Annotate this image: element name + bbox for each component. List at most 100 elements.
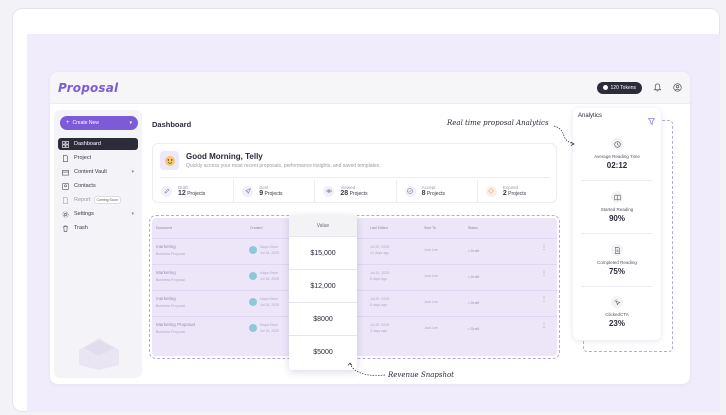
stat-expired[interactable]: Expired 2 Projects bbox=[478, 180, 558, 202]
row-created-date: Jul 16, 2025 bbox=[260, 251, 280, 255]
row-owner: Maya Shah bbox=[260, 271, 278, 275]
metric-value: 23% bbox=[608, 319, 625, 328]
sidebar-item-label: Content Vault bbox=[74, 169, 107, 175]
filter-icon[interactable] bbox=[647, 112, 656, 130]
metric-value: 75% bbox=[608, 267, 625, 276]
logo: Proposal bbox=[58, 80, 119, 95]
sidebar-item-label: Settings bbox=[74, 211, 94, 217]
row-sent-to: Jack Lee bbox=[424, 274, 439, 278]
annotation-arrow-icon bbox=[553, 125, 575, 146]
row-sent-to: Jack Lee bbox=[424, 326, 439, 330]
row-edited-date: Jul 20, 2025 bbox=[370, 245, 390, 249]
sidebar-item-report[interactable]: Report Coming Soon bbox=[58, 194, 138, 206]
owner-avatar bbox=[249, 246, 257, 254]
stat-count: 8 bbox=[421, 190, 426, 197]
row-edited-ago: 12 days ago bbox=[370, 251, 390, 255]
owner-avatar bbox=[249, 272, 257, 280]
metric-label: Completed Reading bbox=[597, 260, 637, 265]
stats-row: Draft 12 Projects Sent 9 Projects Viewed 28… bbox=[153, 180, 558, 202]
row-edited-ago: 5 days ago bbox=[370, 303, 388, 307]
value-column-header: Value bbox=[289, 215, 357, 237]
row-edited-date: Jul 20, 2025 bbox=[370, 297, 390, 301]
more-options-icon[interactable]: ⋮ bbox=[541, 322, 547, 329]
greeting-subtitle: Quickly access your most recent proposal… bbox=[186, 163, 381, 169]
row-edited-date: Jul 20, 2025 bbox=[370, 323, 390, 327]
sidebar-item-label: Project bbox=[74, 155, 92, 161]
metric-started-reading: Started Reading 90% bbox=[573, 191, 661, 223]
sidebar-item-trash[interactable]: Trash bbox=[58, 222, 138, 234]
token-icon bbox=[602, 85, 608, 90]
column-header-last-edited: Last Edited bbox=[370, 226, 388, 230]
tokens-label: 120 Tokens bbox=[610, 84, 636, 91]
column-header-sent-to: Sent To bbox=[424, 226, 436, 230]
row-document-type: Business Proposal bbox=[156, 304, 185, 308]
more-options-icon[interactable]: ⋮ bbox=[541, 296, 547, 303]
row-document-type: Business Proposal bbox=[156, 278, 185, 282]
page-title: Dashboard bbox=[152, 120, 192, 129]
stat-count: 2 bbox=[502, 190, 507, 197]
create-new-button[interactable]: + Create New ▾ bbox=[60, 116, 138, 130]
row-sent-to: Jack Lee bbox=[424, 300, 439, 304]
stat-draft[interactable]: Draft 12 Projects bbox=[153, 180, 235, 202]
more-options-icon[interactable]: ⋮ bbox=[541, 244, 547, 251]
bell-icon[interactable] bbox=[652, 83, 662, 93]
sidebar-item-contacts[interactable]: Contacts bbox=[58, 180, 138, 192]
sidebar-item-dashboard[interactable]: Dashboard bbox=[58, 138, 138, 150]
row-document-name: marketing bbox=[156, 244, 176, 249]
value-cell: $8000 bbox=[289, 303, 357, 336]
chevron-down-icon: ▾ bbox=[129, 120, 132, 126]
analytics-panel: Analytics Average Reading Time 02:12 Sta… bbox=[573, 108, 661, 340]
annotation-revenue: Revenue Snapshot bbox=[388, 371, 454, 379]
metric-completed-reading: Completed Reading 75% bbox=[573, 244, 661, 276]
user-icon[interactable] bbox=[672, 83, 682, 93]
stat-unit: Projects bbox=[349, 191, 368, 197]
sidebar-item-label: Report bbox=[74, 197, 91, 203]
document-check-icon bbox=[611, 244, 623, 256]
greeting-card: Good Morning, Telly Quickly access your … bbox=[152, 143, 557, 203]
annotation-analytics: Real time proposal Analytics bbox=[447, 119, 549, 127]
row-owner: Maya Shah bbox=[260, 297, 278, 301]
send-icon bbox=[242, 185, 254, 197]
tokens-badge[interactable]: 120 Tokens bbox=[596, 81, 642, 94]
document-icon bbox=[62, 154, 69, 162]
row-edited-date: Jul 20, 2025 bbox=[370, 271, 390, 275]
row-edited-ago: 8 days ago bbox=[370, 277, 388, 281]
check-circle-icon bbox=[404, 185, 416, 197]
divider bbox=[581, 233, 653, 234]
gear-icon bbox=[62, 211, 69, 218]
row-document-type: Business Proposal bbox=[156, 252, 185, 256]
row-owner: Maya Shah bbox=[260, 323, 278, 327]
row-created-date: Jul 16, 2025 bbox=[260, 329, 280, 333]
status-badge: • Draft bbox=[468, 274, 480, 279]
expired-icon bbox=[485, 185, 497, 197]
metric-label: ClickedCTA bbox=[605, 312, 629, 317]
sidebar-item-content-vault[interactable]: Content Vault ▾ bbox=[58, 166, 138, 178]
book-icon bbox=[611, 191, 623, 203]
stat-sent[interactable]: Sent 9 Projects bbox=[234, 180, 316, 202]
sidebar-item-project[interactable]: Project bbox=[58, 152, 138, 164]
sidebar-item-label: Trash bbox=[74, 225, 88, 231]
sidebar-item-settings[interactable]: Settings ▾ bbox=[58, 208, 138, 220]
greeting-title: Good Morning, Telly bbox=[186, 152, 263, 161]
report-icon bbox=[62, 196, 69, 204]
stat-count: 12 bbox=[178, 190, 186, 197]
sidebar-item-label: Dashboard bbox=[74, 141, 101, 147]
metric-clicked-cta: ClickedCTA 23% bbox=[573, 296, 661, 328]
sidebar: + Create New ▾ Dashboard Project Content… bbox=[54, 110, 142, 378]
row-document-name: Marketing Proposal bbox=[156, 322, 195, 327]
analytics-title: Analytics bbox=[578, 113, 603, 119]
more-options-icon[interactable]: ⋮ bbox=[541, 270, 547, 277]
row-document-name: Marketing bbox=[156, 270, 176, 275]
create-new-label: Create New bbox=[72, 120, 99, 126]
decorative-shape-icon bbox=[79, 338, 119, 370]
stat-unit: Projects bbox=[508, 191, 527, 197]
stat-accept[interactable]: Accept 8 Projects bbox=[397, 180, 478, 202]
annotation-arrow-icon bbox=[347, 362, 386, 376]
stat-unit: Projects bbox=[187, 191, 206, 197]
column-header-created: Created bbox=[250, 226, 263, 230]
contacts-icon bbox=[62, 182, 69, 190]
value-cell: $15,000 bbox=[289, 237, 357, 270]
trash-icon bbox=[62, 225, 69, 232]
stat-viewed[interactable]: Viewed 28 Projects bbox=[315, 180, 397, 202]
avatar bbox=[160, 151, 179, 170]
